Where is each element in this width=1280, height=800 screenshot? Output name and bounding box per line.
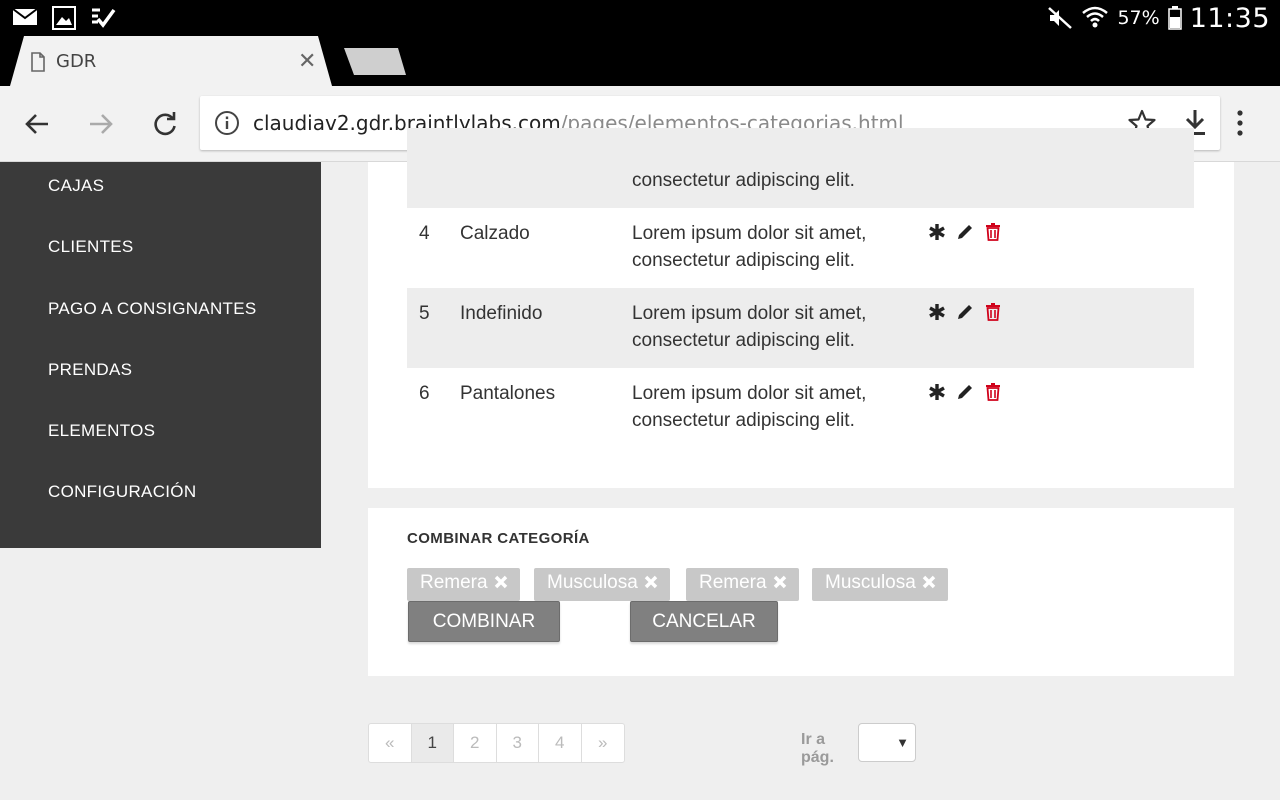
category-chip[interactable]: Musculosa	[812, 568, 948, 601]
desc-line-2: consectetur adipiscing elit.	[632, 410, 855, 431]
combine-title: COMBINAR CATEGORÍA	[407, 530, 590, 547]
table-row: 6 Pantalones Lorem ipsum dolor sit amet,…	[407, 368, 1194, 448]
remove-chip-icon[interactable]	[922, 575, 936, 589]
combine-category-card: COMBINAR CATEGORÍA Remera Musculosa Reme…	[368, 508, 1234, 676]
desc-line-2: consectetur adipiscing elit.	[632, 250, 855, 271]
remove-chip-icon[interactable]	[494, 575, 508, 589]
mute-icon	[1048, 7, 1073, 29]
close-tab-icon[interactable]: ✕	[298, 48, 316, 74]
new-tab-button[interactable]	[344, 48, 406, 75]
row-id: 4	[419, 223, 430, 244]
row-actions	[927, 222, 1003, 242]
goto-page-select[interactable]: ▼	[858, 723, 916, 762]
chip-label: Musculosa	[825, 572, 916, 593]
row-description: Lorem ipsum dolor sit amet, consectetur a…	[632, 300, 902, 354]
pagination: « 1 2 3 4 »	[368, 723, 625, 763]
dropdown-arrow-icon: ▼	[896, 735, 909, 750]
overflow-menu-icon[interactable]	[1236, 110, 1244, 136]
wifi-icon	[1082, 6, 1109, 28]
forward-button[interactable]	[87, 110, 115, 138]
edit-pencil-icon[interactable]	[955, 222, 975, 242]
system-indicators: 57% 11:35	[1047, 2, 1270, 34]
cancel-button[interactable]: CANCELAR	[630, 601, 778, 642]
row-name: Pantalones	[460, 383, 556, 404]
sidebar-item-cajas[interactable]: CAJAS	[48, 176, 104, 196]
chip-label: Remera	[420, 572, 488, 593]
notification-icons	[12, 6, 116, 30]
clock: 11:35	[1189, 2, 1270, 34]
table-row: 4 Calzado Lorem ipsum dolor sit amet, con…	[407, 208, 1194, 288]
row-actions	[927, 382, 1003, 402]
document-icon	[31, 52, 45, 72]
sidebar-item-pago-a-consignantes[interactable]: PAGO A CONSIGNANTES	[48, 299, 257, 319]
pagination-page[interactable]: 4	[539, 724, 582, 762]
chip-label: Remera	[699, 572, 767, 593]
asterisk-icon[interactable]	[927, 382, 947, 402]
goto-page-label: Ir a pág.	[801, 731, 834, 766]
row-name: Indefinido	[460, 303, 543, 324]
table-row: consectetur adipiscing elit.	[407, 128, 1194, 208]
battery-percent: 57%	[1117, 7, 1160, 29]
delete-trash-icon[interactable]	[983, 302, 1003, 322]
desc-line-1: Lorem ipsum dolor sit amet,	[632, 223, 867, 244]
pagination-page[interactable]: 3	[497, 724, 539, 762]
row-actions	[927, 302, 1003, 322]
info-icon[interactable]	[214, 110, 240, 136]
row-description: Lorem ipsum dolor sit amet, consectetur a…	[632, 220, 902, 274]
arrow-left-icon	[25, 114, 48, 134]
browser-tab-strip: GDR ✕	[0, 36, 1280, 86]
chip-label: Musculosa	[547, 572, 638, 593]
back-button[interactable]	[23, 110, 51, 138]
pagination-page[interactable]: 1	[411, 724, 454, 762]
edit-pencil-icon[interactable]	[955, 382, 975, 402]
task-check-icon	[92, 8, 116, 28]
android-status-bar: 57% 11:35	[0, 0, 1280, 36]
category-chip[interactable]: Remera	[407, 568, 520, 601]
pagination-page[interactable]: 2	[454, 724, 497, 762]
sidebar-item-configuracion[interactable]: CONFIGURACIÓN	[48, 482, 196, 502]
gallery-icon	[52, 6, 76, 30]
remove-chip-icon[interactable]	[644, 575, 658, 589]
row-id: 5	[419, 303, 430, 324]
row-name: Calzado	[460, 223, 530, 244]
sidebar-item-elementos[interactable]: ELEMENTOS	[48, 421, 155, 441]
sidebar: CAJAS CLIENTES PAGO A CONSIGNANTES PREND…	[0, 162, 321, 548]
row-id: 6	[419, 383, 430, 404]
table-row: 5 Indefinido Lorem ipsum dolor sit amet,…	[407, 288, 1194, 368]
category-chip[interactable]: Remera	[686, 568, 799, 601]
category-chip[interactable]: Musculosa	[534, 568, 670, 601]
delete-trash-icon[interactable]	[983, 382, 1003, 402]
delete-trash-icon[interactable]	[983, 222, 1003, 242]
desc-line-1: Lorem ipsum dolor sit amet,	[632, 383, 867, 404]
sidebar-item-prendas[interactable]: PRENDAS	[48, 360, 132, 380]
battery-icon	[1167, 6, 1182, 30]
mail-icon	[12, 8, 38, 25]
arrow-right-icon	[90, 114, 113, 134]
desc-line-2: consectetur adipiscing elit.	[632, 330, 855, 351]
pagination-next[interactable]: »	[582, 724, 625, 762]
row-description: consectetur adipiscing elit.	[632, 170, 855, 191]
sidebar-item-clientes[interactable]: CLIENTES	[48, 237, 134, 257]
combine-button[interactable]: COMBINAR	[408, 601, 560, 642]
edit-pencil-icon[interactable]	[955, 302, 975, 322]
asterisk-icon[interactable]	[927, 302, 947, 322]
categories-table-card: consectetur adipiscing elit. 4 Calzado L…	[368, 128, 1234, 488]
row-description: Lorem ipsum dolor sit amet, consectetur a…	[632, 380, 902, 434]
remove-chip-icon[interactable]	[773, 575, 787, 589]
desc-line-1: Lorem ipsum dolor sit amet,	[632, 303, 867, 324]
reload-button[interactable]	[151, 110, 179, 138]
asterisk-icon[interactable]	[927, 222, 947, 242]
tab-title: GDR	[56, 51, 97, 72]
reload-icon	[154, 112, 176, 136]
pagination-prev[interactable]: «	[369, 724, 412, 762]
